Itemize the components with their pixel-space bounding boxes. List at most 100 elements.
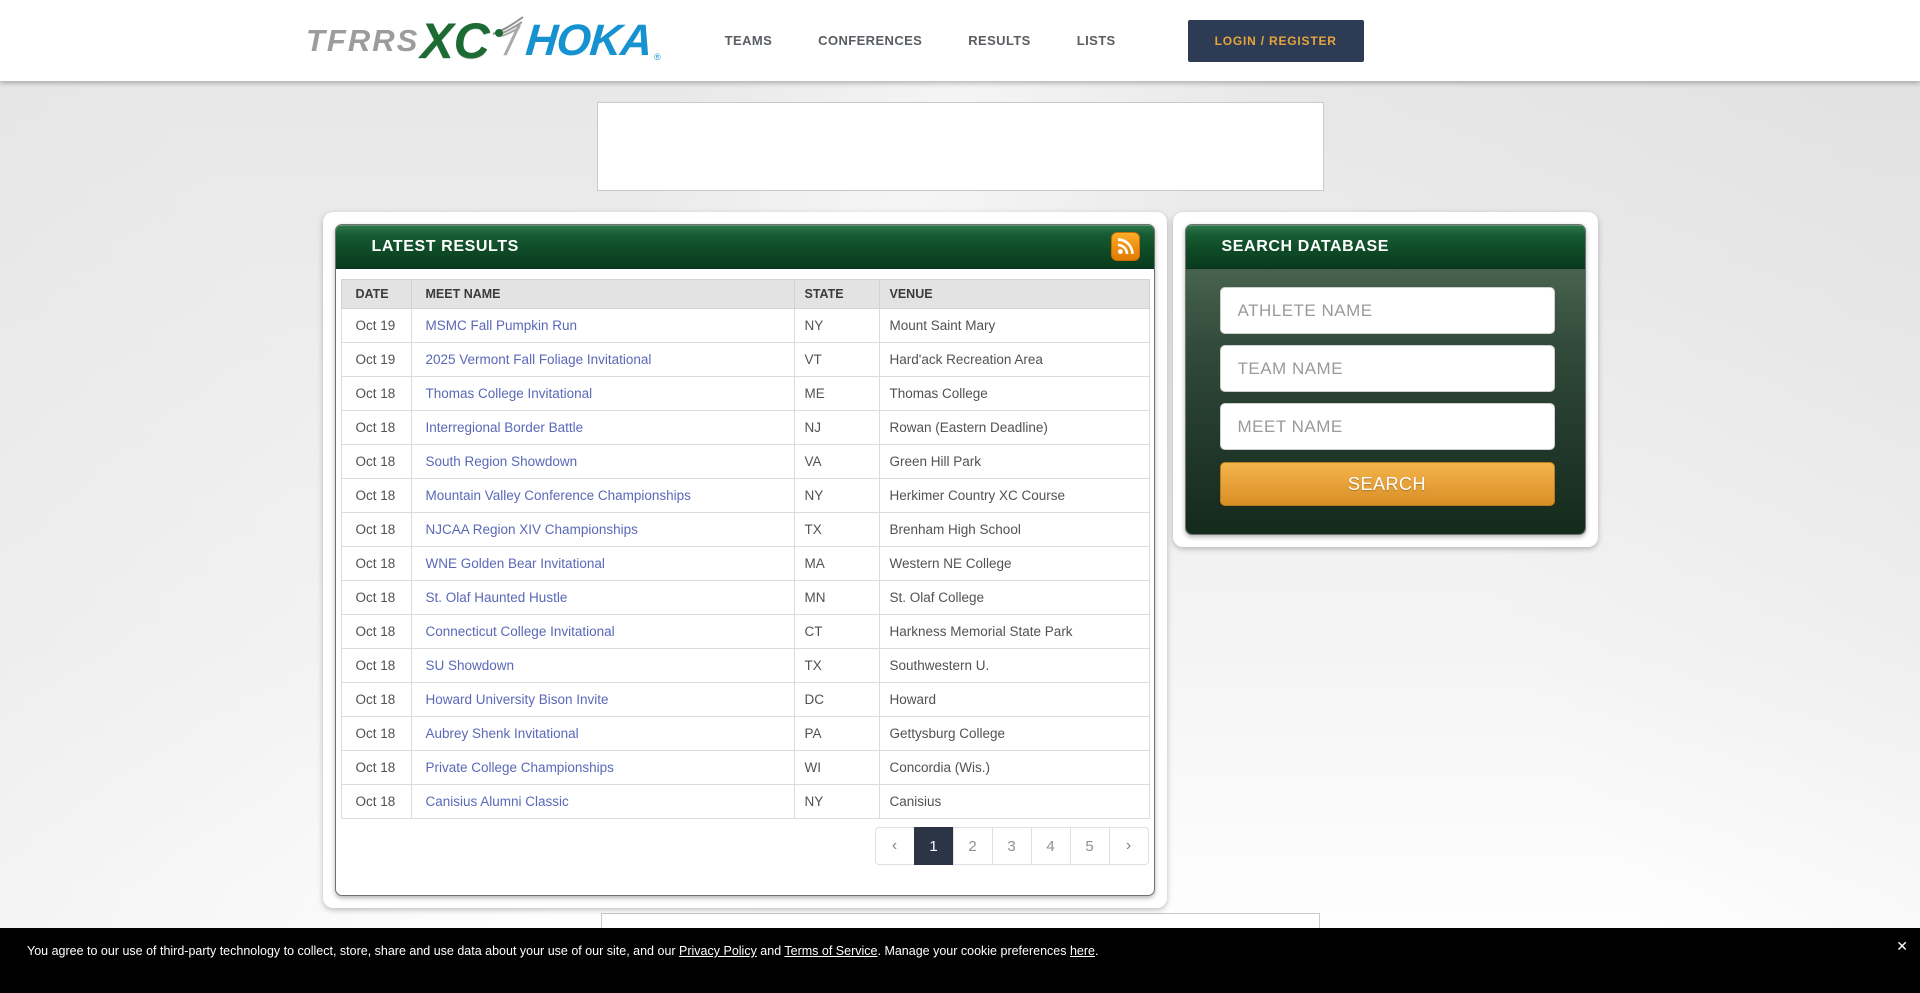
nav-item-results[interactable]: RESULTS: [968, 33, 1031, 48]
venue-cell: Gettysburg College: [879, 717, 1149, 751]
date-cell: Oct 18: [341, 683, 411, 717]
cookie-consent-bar: You agree to our use of third-party tech…: [0, 928, 1920, 993]
state-cell: PA: [794, 717, 879, 751]
state-cell: DC: [794, 683, 879, 717]
date-cell: Oct 18: [341, 717, 411, 751]
pagination-page-button[interactable]: 1: [914, 827, 954, 865]
meet-link[interactable]: WNE Golden Bear Invitational: [426, 556, 605, 571]
table-row: Oct 18 Interregional Border Battle NJ Ro…: [341, 411, 1149, 445]
table-row: Oct 18 Connecticut College Invitational …: [341, 615, 1149, 649]
meet-cell: SU Showdown: [411, 649, 794, 683]
venue-cell: Southwestern U.: [879, 649, 1149, 683]
venue-cell: Hard'ack Recreation Area: [879, 343, 1149, 377]
nav-item-teams[interactable]: TEAMS: [725, 33, 773, 48]
meet-link[interactable]: Mountain Valley Conference Championships: [426, 488, 691, 503]
venue-cell: Howard: [879, 683, 1149, 717]
search-button[interactable]: SEARCH: [1220, 462, 1555, 506]
nav-item-lists[interactable]: LISTS: [1077, 33, 1116, 48]
venue-cell: Harkness Memorial State Park: [879, 615, 1149, 649]
search-form: SEARCH: [1186, 269, 1585, 534]
state-cell: CT: [794, 615, 879, 649]
tfrrs-xc-hoka-logo[interactable]: TFRRS XC / HOKA ®: [306, 16, 661, 66]
date-cell: Oct 18: [341, 547, 411, 581]
meet-link[interactable]: Aubrey Shenk Invitational: [426, 726, 579, 741]
privacy-policy-link[interactable]: Privacy Policy: [679, 944, 757, 958]
venue-cell: Canisius: [879, 785, 1149, 819]
pagination-page-button[interactable]: 5: [1070, 827, 1110, 865]
pagination-page-button[interactable]: 3: [992, 827, 1032, 865]
column-header-venue: VENUE: [879, 280, 1149, 309]
top-header: TFRRS XC / HOKA ® TEAMS CONFERENCES RESU…: [0, 0, 1920, 81]
meet-link[interactable]: South Region Showdown: [426, 454, 578, 469]
meet-cell: NJCAA Region XIV Championships: [411, 513, 794, 547]
login-register-button[interactable]: LOGIN / REGISTER: [1188, 20, 1364, 62]
meet-name-input[interactable]: [1220, 403, 1555, 450]
venue-cell: Mount Saint Mary: [879, 309, 1149, 343]
table-row: Oct 18 St. Olaf Haunted Hustle MN St. Ol…: [341, 581, 1149, 615]
meet-cell: South Region Showdown: [411, 445, 794, 479]
cookie-text: You agree to our use of third-party tech…: [27, 944, 679, 958]
venue-cell: Herkimer Country XC Course: [879, 479, 1149, 513]
venue-cell: Rowan (Eastern Deadline): [879, 411, 1149, 445]
table-row: Oct 18 WNE Golden Bear Invitational MA W…: [341, 547, 1149, 581]
date-cell: Oct 18: [341, 411, 411, 445]
meet-link[interactable]: Private College Championships: [426, 760, 614, 775]
meet-link[interactable]: Thomas College Invitational: [426, 386, 593, 401]
meet-link[interactable]: MSMC Fall Pumpkin Run: [426, 318, 578, 333]
winged-shoe-icon: [489, 14, 529, 43]
search-database-title: SEARCH DATABASE: [1222, 238, 1390, 256]
state-cell: NY: [794, 479, 879, 513]
meet-link[interactable]: SU Showdown: [426, 658, 515, 673]
athlete-name-input[interactable]: [1220, 287, 1555, 334]
pagination-prev-button[interactable]: ‹: [875, 827, 915, 865]
meet-link[interactable]: Connecticut College Invitational: [426, 624, 615, 639]
latest-results-card: LATEST RESULTS DATE MEET NAME ST: [323, 212, 1167, 908]
meet-link[interactable]: 2025 Vermont Fall Foliage Invitational: [426, 352, 652, 367]
pagination-page-button[interactable]: 2: [953, 827, 993, 865]
date-cell: Oct 18: [341, 479, 411, 513]
meet-link[interactable]: NJCAA Region XIV Championships: [426, 522, 638, 537]
meet-cell: St. Olaf Haunted Hustle: [411, 581, 794, 615]
cookie-preferences-link[interactable]: here: [1070, 944, 1095, 958]
date-cell: Oct 18: [341, 751, 411, 785]
meet-cell: Howard University Bison Invite: [411, 683, 794, 717]
rss-icon[interactable]: [1111, 232, 1140, 261]
meet-cell: Interregional Border Battle: [411, 411, 794, 445]
team-name-input[interactable]: [1220, 345, 1555, 392]
results-table-body: Oct 19 MSMC Fall Pumpkin Run NY Mount Sa…: [341, 309, 1149, 819]
terms-of-service-link[interactable]: Terms of Service: [784, 944, 877, 958]
meet-link[interactable]: Interregional Border Battle: [426, 420, 584, 435]
state-cell: ME: [794, 377, 879, 411]
nav-item-conferences[interactable]: CONFERENCES: [818, 33, 922, 48]
meet-cell: 2025 Vermont Fall Foliage Invitational: [411, 343, 794, 377]
pagination-next-button[interactable]: ›: [1109, 827, 1149, 865]
table-row: Oct 18 Canisius Alumni Classic NY Canisi…: [341, 785, 1149, 819]
ad-placeholder-top: [597, 102, 1324, 191]
meet-link[interactable]: Howard University Bison Invite: [426, 692, 609, 707]
search-database-card: SEARCH DATABASE SEARCH: [1173, 212, 1598, 547]
logo-xc-text: XC: [420, 16, 489, 66]
search-database-panel: SEARCH DATABASE SEARCH: [1185, 224, 1586, 535]
meet-cell: WNE Golden Bear Invitational: [411, 547, 794, 581]
pagination-page-button[interactable]: 4: [1031, 827, 1071, 865]
state-cell: NY: [794, 309, 879, 343]
close-icon[interactable]: ✕: [1896, 938, 1908, 955]
date-cell: Oct 18: [341, 615, 411, 649]
search-database-header: SEARCH DATABASE: [1186, 225, 1585, 269]
table-row: Oct 18 South Region Showdown VA Green Hi…: [341, 445, 1149, 479]
meet-cell: Mountain Valley Conference Championships: [411, 479, 794, 513]
meet-link[interactable]: St. Olaf Haunted Hustle: [426, 590, 568, 605]
table-row: Oct 18 SU Showdown TX Southwestern U.: [341, 649, 1149, 683]
state-cell: TX: [794, 649, 879, 683]
state-cell: WI: [794, 751, 879, 785]
table-row: Oct 18 Aubrey Shenk Invitational PA Gett…: [341, 717, 1149, 751]
meet-link[interactable]: Canisius Alumni Classic: [426, 794, 569, 809]
meet-cell: Aubrey Shenk Invitational: [411, 717, 794, 751]
column-header-date: DATE: [341, 280, 411, 309]
table-row: Oct 18 Private College Championships WI …: [341, 751, 1149, 785]
meet-cell: Canisius Alumni Classic: [411, 785, 794, 819]
latest-results-panel: LATEST RESULTS DATE MEET NAME ST: [335, 224, 1155, 896]
state-cell: VA: [794, 445, 879, 479]
meet-cell: Thomas College Invitational: [411, 377, 794, 411]
column-header-state: STATE: [794, 280, 879, 309]
